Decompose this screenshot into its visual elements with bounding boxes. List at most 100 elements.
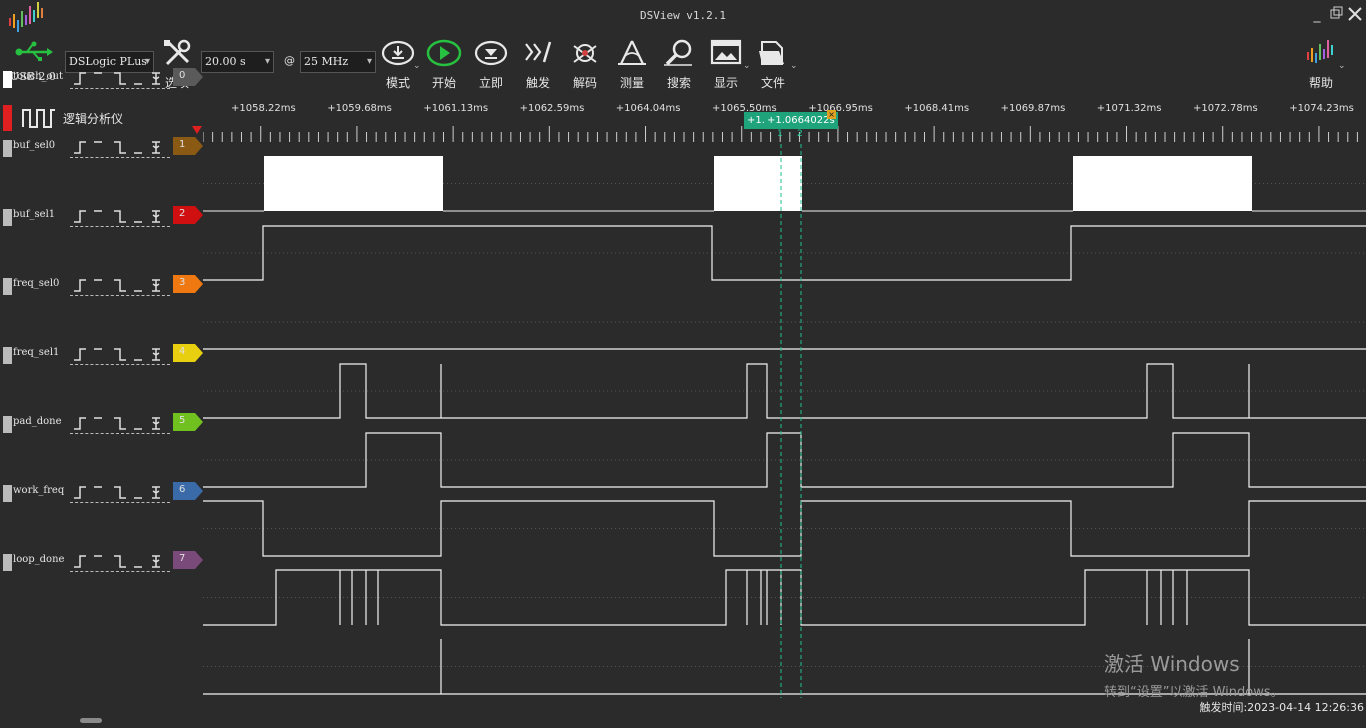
channel-row[interactable]: buf_sel1 2 bbox=[0, 203, 203, 233]
channel-name[interactable]: pad_done bbox=[13, 416, 62, 427]
channel-color-swatch[interactable] bbox=[3, 140, 12, 157]
waveform-area[interactable] bbox=[203, 144, 1366, 698]
rising-edge-icon[interactable] bbox=[74, 279, 86, 292]
measure-icon bbox=[618, 40, 646, 65]
channel-color-swatch[interactable] bbox=[3, 416, 12, 433]
channel-color-swatch[interactable] bbox=[3, 554, 12, 571]
trigger-button[interactable]: 触发 bbox=[515, 38, 561, 91]
falling-edge-icon[interactable] bbox=[114, 72, 126, 85]
cursor-tag-delta-text: +1.0664022s bbox=[767, 115, 835, 126]
trigger-type-icons bbox=[74, 141, 160, 154]
rising-edge-icon[interactable] bbox=[74, 555, 86, 568]
trigger-options bbox=[70, 275, 170, 296]
rising-edge-icon[interactable] bbox=[74, 210, 86, 223]
help-label: 帮助 bbox=[1308, 76, 1333, 90]
device-mode-header: 逻辑分析仪 bbox=[0, 104, 203, 132]
decode-icon bbox=[573, 44, 597, 63]
measure-button[interactable]: 测量 bbox=[609, 38, 655, 91]
channel-color-swatch[interactable] bbox=[3, 485, 12, 502]
channel-row[interactable]: freq_sel0 3 bbox=[0, 272, 203, 302]
channel-color-swatch[interactable] bbox=[3, 347, 12, 364]
channel-color-swatch[interactable] bbox=[3, 278, 12, 295]
decode-button[interactable]: 解码 bbox=[562, 38, 608, 91]
channel-name[interactable]: buf_sel0 bbox=[13, 140, 55, 151]
trigger-type-icons bbox=[74, 210, 160, 223]
chevron-down-icon: ⌄ bbox=[413, 61, 421, 71]
channel-row[interactable]: touch_out 0 bbox=[0, 65, 203, 95]
rising-edge-icon[interactable] bbox=[74, 486, 86, 499]
rising-edge-icon[interactable] bbox=[74, 417, 86, 430]
channel-index-badge[interactable]: 6 bbox=[173, 482, 203, 500]
rising-edge-icon[interactable] bbox=[74, 348, 86, 361]
trigger-options bbox=[70, 482, 170, 503]
trigger-options bbox=[70, 344, 170, 365]
falling-edge-icon[interactable] bbox=[114, 417, 126, 430]
channel-index-badge[interactable]: 5 bbox=[173, 413, 203, 431]
falling-edge-icon[interactable] bbox=[114, 279, 126, 292]
channel-index-badge[interactable]: 1 bbox=[173, 137, 203, 155]
channel-name[interactable]: buf_sel1 bbox=[13, 209, 55, 220]
falling-edge-icon[interactable] bbox=[114, 555, 126, 568]
close-button[interactable] bbox=[1345, 6, 1365, 24]
channel-name[interactable]: touch_out bbox=[13, 71, 63, 82]
display-label: 显示 bbox=[713, 76, 738, 90]
channel-index-badge[interactable]: 3 bbox=[173, 275, 203, 293]
cursor-2-label[interactable]: 2 bbox=[797, 129, 803, 139]
channel-name[interactable]: freq_sel1 bbox=[13, 347, 59, 358]
channel-index-badge[interactable]: 0 bbox=[173, 68, 203, 86]
channel-row[interactable]: buf_sel0 1 bbox=[0, 134, 203, 164]
channel-row[interactable]: freq_sel1 4 bbox=[0, 341, 203, 371]
dense-signal-block bbox=[264, 156, 443, 211]
any-edge-icon[interactable] bbox=[152, 279, 160, 292]
falling-edge-icon[interactable] bbox=[114, 348, 126, 361]
channel-row[interactable]: work_freq 6 bbox=[0, 479, 203, 509]
rising-edge-icon[interactable] bbox=[74, 72, 86, 85]
duration-select[interactable]: 20.00 s ▾ bbox=[201, 51, 274, 73]
watermark-line1: 激活 Windows bbox=[1104, 652, 1240, 676]
channel-row[interactable]: loop_done 7 bbox=[0, 548, 203, 578]
cursor-1-label[interactable]: 1 bbox=[777, 129, 783, 139]
minimize-button[interactable]: _ bbox=[1307, 6, 1327, 24]
falling-edge-icon[interactable] bbox=[114, 141, 126, 154]
mode-color-bar bbox=[3, 105, 12, 131]
trigger-type-icons bbox=[74, 555, 160, 568]
scrollbar-thumb[interactable] bbox=[80, 718, 102, 723]
channel-name[interactable]: loop_done bbox=[13, 554, 64, 565]
start-button[interactable]: 开始 bbox=[421, 38, 467, 91]
channel-index: 1 bbox=[179, 139, 186, 150]
trigger-icon bbox=[525, 41, 552, 63]
falling-edge-icon[interactable] bbox=[114, 486, 126, 499]
instant-button[interactable]: 立即 bbox=[468, 38, 514, 91]
any-edge-icon[interactable] bbox=[152, 348, 160, 361]
any-edge-icon[interactable] bbox=[152, 555, 160, 568]
any-edge-icon[interactable] bbox=[152, 417, 160, 430]
channel-color-swatch[interactable] bbox=[3, 209, 12, 226]
channel-color-swatch[interactable] bbox=[3, 71, 12, 88]
any-edge-icon[interactable] bbox=[152, 210, 160, 223]
instant-icon bbox=[474, 40, 508, 66]
trigger-type-icons bbox=[74, 279, 160, 292]
channel-index-badge[interactable]: 2 bbox=[173, 206, 203, 224]
trigger-options bbox=[70, 413, 170, 434]
any-edge-icon[interactable] bbox=[152, 486, 160, 499]
horizontal-scrollbar[interactable] bbox=[0, 716, 1366, 724]
chevron-down-icon: ⌄ bbox=[790, 61, 798, 71]
search-button[interactable]: 搜索 bbox=[656, 38, 702, 91]
close-cursor-icon[interactable]: × bbox=[827, 110, 836, 119]
any-edge-icon[interactable] bbox=[152, 141, 160, 154]
chevron-down-icon: ⌄ bbox=[1338, 61, 1346, 71]
toolbar: USB 2.0 DSLogic PLus ▾ 选项 20.00 s ▾ @ 25… bbox=[0, 34, 1366, 98]
folder-icon bbox=[759, 41, 784, 65]
channel-row[interactable]: pad_done 5 bbox=[0, 410, 203, 440]
channel-name[interactable]: work_freq bbox=[13, 485, 64, 496]
channel-index: 5 bbox=[179, 415, 186, 426]
channel-name[interactable]: freq_sel0 bbox=[13, 278, 59, 289]
window-title: DSView v1.2.1 bbox=[639, 9, 727, 22]
restore-button[interactable] bbox=[1326, 6, 1346, 24]
any-edge-icon[interactable] bbox=[152, 72, 160, 85]
channel-index-badge[interactable]: 7 bbox=[173, 551, 203, 569]
rising-edge-icon[interactable] bbox=[74, 141, 86, 154]
samplerate-select[interactable]: 25 MHz ▾ bbox=[300, 51, 376, 73]
channel-index-badge[interactable]: 4 bbox=[173, 344, 203, 362]
falling-edge-icon[interactable] bbox=[114, 210, 126, 223]
